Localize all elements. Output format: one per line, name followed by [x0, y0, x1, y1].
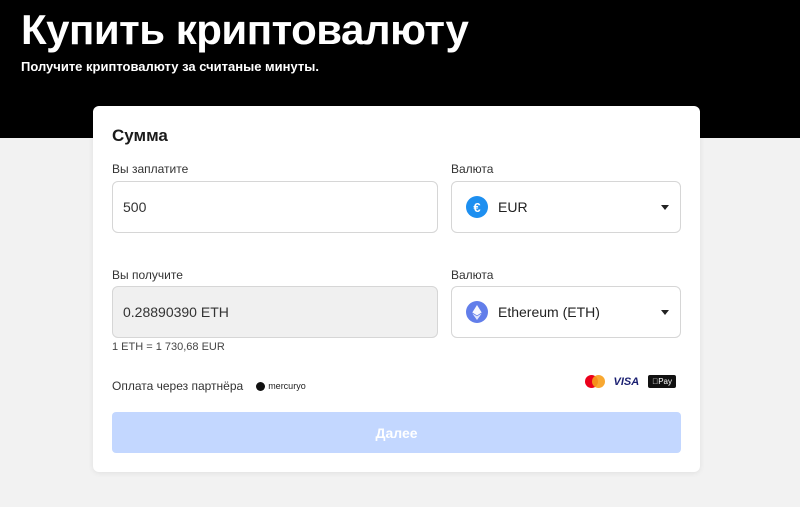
payment-methods: VISA Pay: [584, 375, 676, 388]
apple-pay-icon: Pay: [648, 375, 676, 388]
euro-icon: €: [466, 196, 488, 218]
receive-amount-input: [113, 304, 437, 320]
pay-currency-label: Валюта: [451, 162, 494, 176]
ethereum-icon: [466, 301, 488, 323]
mercuryo-icon: [256, 381, 266, 391]
pay-amount-field[interactable]: [112, 181, 438, 233]
receive-currency-select[interactable]: Ethereum (ETH): [451, 286, 681, 338]
next-button[interactable]: Далее: [112, 412, 681, 453]
pay-currency-select[interactable]: € EUR: [451, 181, 681, 233]
chevron-down-icon: [661, 204, 669, 210]
receive-amount-field: [112, 286, 438, 338]
pay-currency-value: EUR: [498, 199, 528, 215]
pay-amount-label: Вы заплатите: [112, 162, 189, 176]
receive-currency-value: Ethereum (ETH): [498, 304, 600, 320]
buy-form-card: Сумма Вы заплатите Валюта € EUR Вы получ…: [93, 106, 700, 472]
page-title: Купить криптовалюту: [21, 6, 469, 53]
mercuryo-logo: mercuryo: [256, 381, 306, 391]
partner-label: Оплата через партнёра: [112, 379, 244, 393]
chevron-down-icon: [661, 309, 669, 315]
partner-info: Оплата через партнёра mercuryo: [112, 379, 306, 393]
receive-currency-label: Валюта: [451, 268, 494, 282]
mastercard-icon: [584, 375, 605, 388]
receive-amount-label: Вы получите: [112, 268, 183, 282]
visa-icon: VISA: [613, 375, 640, 388]
page-subtitle: Получите криптовалюту за считаные минуты…: [21, 59, 319, 74]
exchange-rate: 1 ETH = 1 730,68 EUR: [112, 341, 225, 353]
card-title: Сумма: [112, 126, 168, 145]
partner-name: mercuryo: [268, 381, 306, 391]
pay-amount-input[interactable]: [113, 199, 437, 215]
apple-pay-text: Pay: [658, 377, 672, 386]
